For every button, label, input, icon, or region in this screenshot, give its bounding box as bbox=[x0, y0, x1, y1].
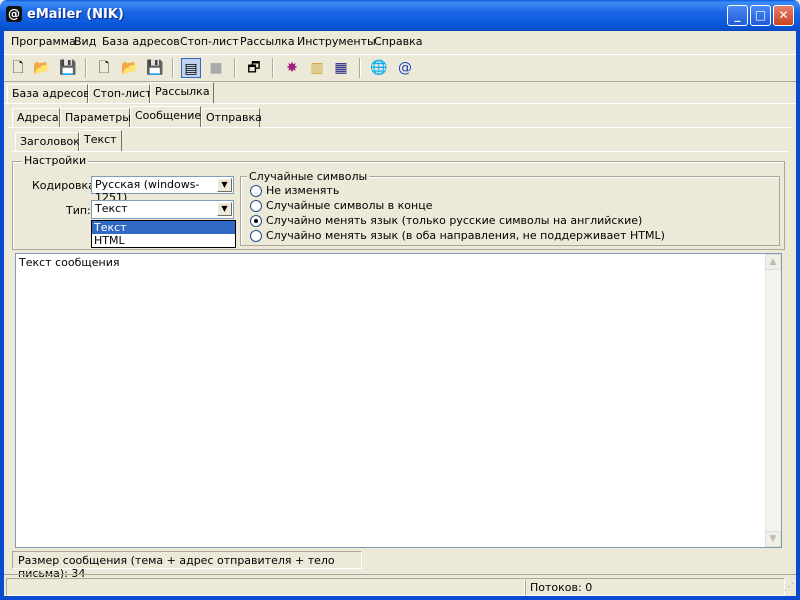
menu-mailing[interactable]: Рассылка bbox=[240, 35, 295, 48]
tab-parameters[interactable]: Параметры bbox=[60, 108, 131, 127]
tab-sending[interactable]: Отправка bbox=[201, 108, 262, 127]
tab-addresses[interactable]: Адреса bbox=[12, 108, 60, 127]
tab-address-base[interactable]: База адресов bbox=[7, 84, 90, 103]
radio-button[interactable] bbox=[250, 185, 262, 197]
tab-message[interactable]: Сообщение bbox=[130, 106, 201, 127]
radio-button[interactable] bbox=[250, 200, 262, 212]
radio-option[interactable]: Не изменять bbox=[250, 184, 750, 198]
open2-icon[interactable]: 📂 bbox=[120, 58, 140, 78]
type-option-html[interactable]: HTML bbox=[92, 234, 235, 247]
type-combo[interactable]: Текст bbox=[91, 200, 234, 219]
menu-view[interactable]: Вид bbox=[74, 35, 96, 48]
toolbar-separator bbox=[272, 58, 274, 78]
vertical-scrollbar[interactable] bbox=[765, 254, 781, 547]
random-chars-label: Случайные символы bbox=[247, 170, 370, 183]
window-frame-bottom bbox=[0, 596, 800, 600]
message-textarea[interactable] bbox=[15, 253, 782, 548]
open-icon[interactable]: 📂 bbox=[32, 58, 52, 78]
tab-divider bbox=[4, 103, 796, 104]
toolbar-separator bbox=[234, 58, 236, 78]
tab-text[interactable]: Текст bbox=[79, 130, 122, 151]
radio-option[interactable]: Случайно менять язык (только русские сим… bbox=[250, 214, 750, 228]
tab-mailing[interactable]: Рассылка bbox=[150, 82, 214, 103]
window-title: eMailer (NIK) bbox=[27, 7, 124, 22]
type-label: Тип: bbox=[66, 204, 91, 217]
threads-count: Потоков: 0 bbox=[530, 581, 593, 594]
email-icon[interactable]: @ bbox=[395, 58, 415, 78]
tab-stoplist[interactable]: Стоп-лист bbox=[88, 84, 152, 103]
view-icon[interactable]: ▤ bbox=[181, 58, 201, 78]
tool1-icon[interactable]: ✸ bbox=[282, 58, 302, 78]
tool3-icon[interactable]: ▦ bbox=[331, 58, 351, 78]
toolbar-separator bbox=[359, 58, 361, 78]
tab-header[interactable]: Заголовок bbox=[15, 132, 80, 151]
minimize-button[interactable]: _ bbox=[727, 5, 748, 26]
menu-address-base[interactable]: База адресов bbox=[102, 35, 180, 48]
tool2-icon[interactable]: ▥ bbox=[307, 58, 327, 78]
radio-label: Не изменять bbox=[266, 184, 340, 197]
save2-icon[interactable]: 💾 bbox=[145, 58, 165, 78]
radio-option[interactable]: Случайно менять язык (в оба направления,… bbox=[250, 229, 770, 243]
chevron-down-icon[interactable]: ▼ bbox=[217, 202, 232, 216]
new-icon[interactable]: 🗋 bbox=[8, 58, 28, 78]
close-button[interactable]: ✕ bbox=[773, 5, 794, 26]
toolbar-separator bbox=[85, 58, 87, 78]
stop-icon[interactable]: ■ bbox=[206, 58, 226, 78]
radio-label: Случайно менять язык (в оба направления,… bbox=[266, 229, 665, 242]
radio-label: Случайные символы в конце bbox=[266, 199, 433, 212]
tab-divider bbox=[12, 151, 788, 152]
save-icon[interactable]: 💾 bbox=[58, 58, 78, 78]
new2-icon[interactable]: 🗋 bbox=[94, 58, 114, 78]
encoding-combo[interactable]: Русская (windows-1251) bbox=[91, 176, 234, 204]
radio-button[interactable] bbox=[250, 230, 262, 242]
menu-program[interactable]: Программа bbox=[11, 35, 76, 48]
resize-grip-icon[interactable]: ⋰ bbox=[784, 582, 796, 594]
toolbar-separator bbox=[172, 58, 174, 78]
status-panel-main bbox=[6, 578, 525, 596]
app-icon[interactable]: @ bbox=[6, 6, 22, 22]
type-option-text[interactable]: Текст bbox=[92, 221, 235, 234]
status-panel-threads: Потоков: 0 bbox=[525, 578, 785, 596]
scroll-down-icon[interactable]: ▼ bbox=[765, 531, 781, 547]
radio-button-selected[interactable] bbox=[250, 215, 262, 227]
size-info-panel: Размер сообщения (тема + адрес отправите… bbox=[12, 551, 362, 580]
encoding-label: Кодировка: bbox=[32, 179, 99, 192]
maximize-button[interactable]: □ bbox=[750, 5, 771, 26]
type-dropdown: Текст HTML bbox=[91, 220, 236, 248]
window-frame-left bbox=[0, 31, 4, 600]
settings-label: Настройки bbox=[22, 154, 89, 167]
message-text: Текст сообщения bbox=[19, 256, 120, 269]
radio-label: Случайно менять язык (только русские сим… bbox=[266, 214, 643, 227]
menu-stoplist[interactable]: Стоп-лист bbox=[180, 35, 239, 48]
properties-icon[interactable]: 🗗 bbox=[244, 58, 264, 78]
window-frame-right bbox=[796, 31, 800, 600]
type-value: Текст bbox=[95, 202, 128, 215]
chevron-down-icon[interactable]: ▼ bbox=[217, 178, 232, 192]
menu-help[interactable]: Справка bbox=[374, 35, 422, 48]
tab-divider bbox=[8, 127, 792, 128]
menu-tools[interactable]: Инструменты bbox=[297, 35, 376, 48]
radio-option[interactable]: Случайные символы в конце bbox=[250, 199, 750, 213]
scroll-up-icon[interactable]: ▲ bbox=[765, 254, 781, 270]
web-icon[interactable]: 🌐 bbox=[369, 58, 389, 78]
